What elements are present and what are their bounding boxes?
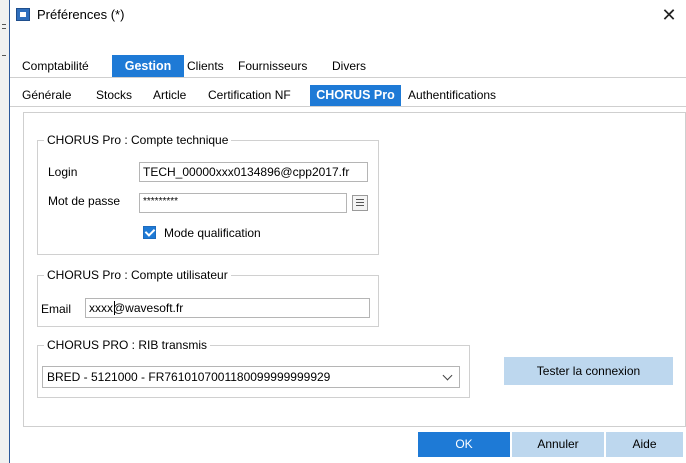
sub-tabs: Générale Stocks Article Certification NF… — [10, 85, 686, 106]
technical-account-title: CHORUS Pro : Compte technique — [44, 133, 232, 147]
app-icon — [16, 8, 30, 21]
password-label: Mot de passe — [48, 194, 121, 208]
tab-generale[interactable]: Générale — [16, 85, 77, 106]
close-icon: ✕ — [661, 5, 677, 25]
title-bar: Préférences (*) ✕ — [10, 0, 686, 30]
mode-qualification-label: Mode qualification — [164, 226, 261, 240]
ok-button[interactable]: OK — [418, 432, 510, 457]
rib-selected-value: BRED - 5121000 - FR761010700118009999999… — [47, 370, 331, 384]
test-connection-button[interactable]: Tester la connexion — [504, 357, 673, 385]
cancel-button[interactable]: Annuler — [512, 432, 604, 457]
rib-select[interactable]: BRED - 5121000 - FR761010700118009999999… — [42, 366, 460, 388]
tab-chorus-pro[interactable]: CHORUS Pro — [310, 85, 401, 106]
tab-article[interactable]: Article — [147, 85, 192, 106]
tab-divers[interactable]: Divers — [326, 55, 372, 77]
tab-comptabilite[interactable]: Comptabilité — [16, 55, 95, 77]
login-field[interactable]: TECH_00000xxx0134896@cpp2017.fr — [139, 162, 368, 182]
rib-title: CHORUS PRO : RIB transmis — [44, 338, 211, 352]
edge-mark — [2, 28, 6, 29]
preferences-dialog: Préférences (*) ✕ Comptabilité Gestion C… — [9, 0, 686, 463]
main-tabs: Comptabilité Gestion Clients Fournisseur… — [10, 55, 686, 77]
window-title: Préférences (*) — [37, 7, 125, 22]
edge-mark — [2, 55, 6, 56]
email-label: Email — [41, 302, 72, 316]
tab-gestion[interactable]: Gestion — [112, 55, 184, 77]
email-field[interactable]: xxxx@wavesoft.fr — [85, 298, 370, 318]
password-field[interactable]: ********* — [139, 193, 347, 213]
help-button[interactable]: Aide — [606, 432, 683, 457]
tab-stocks[interactable]: Stocks — [90, 85, 138, 106]
user-account-title: CHORUS Pro : Compte utilisateur — [44, 268, 231, 282]
tab-fournisseurs[interactable]: Fournisseurs — [232, 55, 313, 77]
tab-clients[interactable]: Clients — [181, 55, 230, 77]
login-label: Login — [48, 165, 78, 179]
tab-authentifications[interactable]: Authentifications — [402, 85, 502, 106]
background-window-edge — [0, 0, 9, 463]
close-button[interactable]: ✕ — [657, 3, 681, 27]
tabs-divider — [10, 77, 686, 78]
chevron-down-icon — [442, 370, 453, 381]
subtabs-divider — [10, 106, 686, 107]
mode-qualification-checkbox[interactable] — [143, 226, 156, 239]
tab-certification-nf[interactable]: Certification NF — [202, 85, 297, 106]
text-cursor — [114, 301, 115, 315]
edge-mark — [2, 24, 6, 25]
show-password-icon[interactable] — [352, 195, 368, 211]
